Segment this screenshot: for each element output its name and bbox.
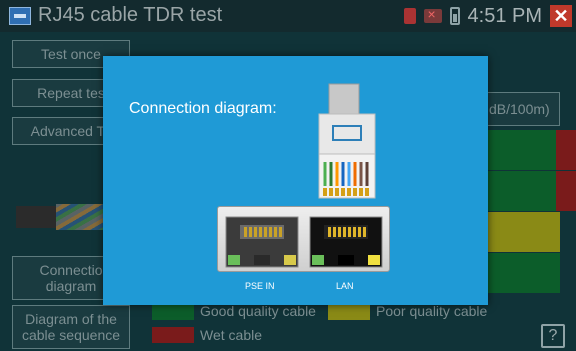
port-panel xyxy=(217,206,390,272)
help-icon[interactable]: ? xyxy=(541,324,565,348)
network-off-icon xyxy=(423,6,442,23)
cable-sequence-button[interactable]: Diagram of the cable sequence xyxy=(12,305,130,349)
lan-port-label: LAN xyxy=(336,281,354,291)
app-icon xyxy=(9,7,31,25)
result-block xyxy=(480,171,560,211)
legend-swatch-good xyxy=(152,304,194,320)
status-bar: RJ45 cable TDR test 4:51 PM ✕ xyxy=(0,0,576,32)
result-block xyxy=(480,212,560,252)
cable-image xyxy=(16,200,106,234)
attenuation-unit-label: dB/100m) xyxy=(480,92,560,126)
result-block xyxy=(480,253,560,293)
dialog-title: Connection diagram: xyxy=(129,100,277,117)
status-icons: 4:51 PM ✕ xyxy=(403,0,576,32)
result-marker xyxy=(556,130,576,170)
rj45-plug-icon xyxy=(318,83,376,199)
clock: 4:51 PM xyxy=(467,4,542,27)
ethernet-port-icon xyxy=(225,216,299,268)
cable-wires xyxy=(56,204,106,230)
legend-label-good: Good quality cable xyxy=(200,303,316,319)
tdr-test-screen: RJ45 cable TDR test 4:51 PM ✕ Test once … xyxy=(0,0,576,351)
result-block xyxy=(480,130,560,170)
pse-in-port-label: PSE IN xyxy=(245,281,275,291)
cable-plug xyxy=(16,206,56,228)
close-icon[interactable]: ✕ xyxy=(550,5,572,27)
battery-icon xyxy=(449,7,460,25)
connection-diagram-dialog[interactable]: Connection diagram: PSE IN LAN xyxy=(103,56,488,305)
ethernet-port-icon xyxy=(309,216,383,268)
legend-swatch-wet xyxy=(152,327,194,343)
legend-label-wet: Wet cable xyxy=(200,327,262,343)
legend-label-poor: Poor quality cable xyxy=(376,303,488,319)
sd-card-icon xyxy=(403,8,416,24)
legend-swatch-poor xyxy=(328,304,370,320)
result-marker xyxy=(556,171,576,211)
app-title: RJ45 cable TDR test xyxy=(38,4,223,26)
